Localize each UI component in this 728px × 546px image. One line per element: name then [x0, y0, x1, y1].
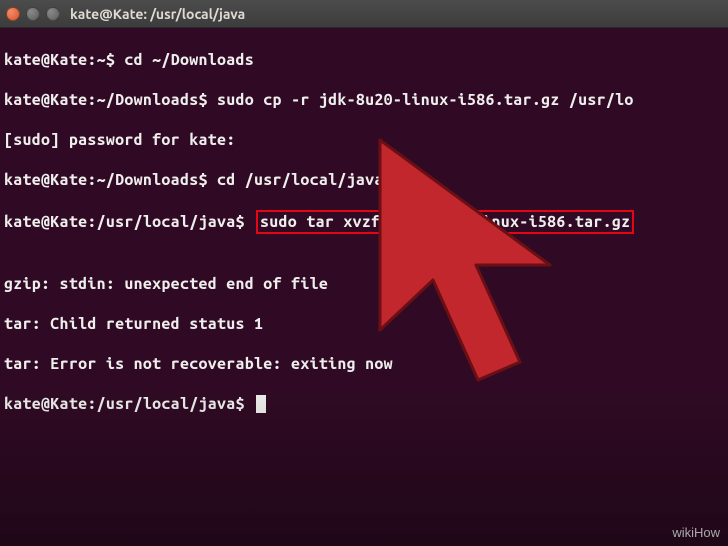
terminal-line: kate@Kate:~/Downloads$ cd /usr/local/jav… [4, 170, 724, 190]
window-titlebar: kate@Kate: /usr/local/java [0, 0, 728, 28]
close-icon[interactable] [6, 7, 20, 21]
prompt: kate@Kate:/usr/local/java$ [4, 213, 245, 231]
prompt: kate@Kate:~/Downloads$ [4, 171, 217, 189]
cursor-icon [256, 395, 266, 413]
prompt: kate@Kate:/usr/local/java$ [4, 395, 254, 413]
minimize-icon[interactable] [26, 7, 40, 21]
window-title: kate@Kate: /usr/local/java [70, 6, 245, 22]
terminal-line: kate@Kate:~/Downloads$ sudo cp -r jdk-8u… [4, 90, 724, 110]
output-text: gzip: stdin: unexpected end of file [4, 275, 328, 293]
command-text: sudo cp -r jdk-8u20-linux-i586.tar.gz /u… [217, 91, 634, 109]
terminal-output[interactable]: kate@Kate:~$ cd ~/Downloads kate@Kate:~/… [0, 28, 728, 436]
command-text: cd /usr/local/java [217, 171, 384, 189]
output-text: [sudo] password for kate: [4, 131, 236, 149]
terminal-line: kate@Kate:~$ cd ~/Downloads [4, 50, 724, 70]
terminal-line: tar: Error is not recoverable: exiting n… [4, 354, 724, 374]
watermark-text: wikiHow [672, 525, 720, 540]
terminal-line: kate@Kate:/usr/local/java$ sudo tar xvzf… [4, 210, 724, 234]
terminal-line: kate@Kate:/usr/local/java$ [4, 394, 724, 414]
window-controls [6, 7, 60, 21]
command-text: sudo tar xvzf jdk-8u20-linux-i586.tar.gz [260, 213, 630, 231]
output-text: tar: Error is not recoverable: exiting n… [4, 355, 393, 373]
output-text: tar: Child returned status 1 [4, 315, 263, 333]
terminal-line: tar: Child returned status 1 [4, 314, 724, 334]
maximize-icon[interactable] [46, 7, 60, 21]
command-text: cd ~/Downloads [124, 51, 254, 69]
highlighted-command: sudo tar xvzf jdk-8u20-linux-i586.tar.gz [256, 210, 634, 234]
prompt: kate@Kate:~/Downloads$ [4, 91, 217, 109]
prompt: kate@Kate:~$ [4, 51, 124, 69]
terminal-line: gzip: stdin: unexpected end of file [4, 274, 724, 294]
terminal-line: [sudo] password for kate: [4, 130, 724, 150]
